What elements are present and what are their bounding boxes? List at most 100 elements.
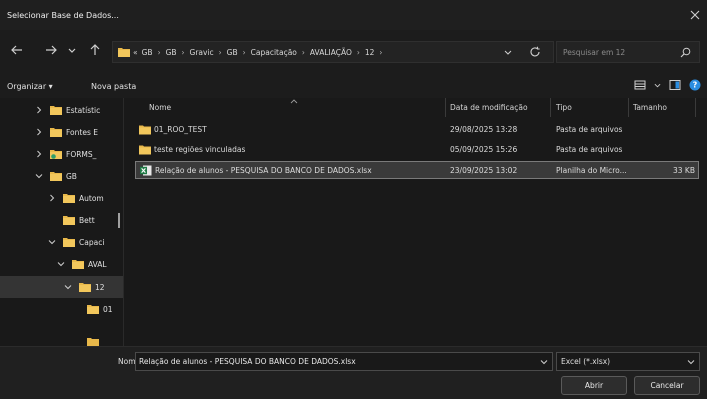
sidebar-item-label: Estatístic <box>66 105 101 115</box>
file-type-filter-value: Excel (*.xlsx) <box>561 357 611 366</box>
file-row[interactable]: Relação de alunos - PESQUISA DO BANCO DE… <box>135 161 699 179</box>
column-divider[interactable] <box>695 98 696 117</box>
breadcrumb: « GB › GB › Gravic › GB › Capacitação › … <box>133 48 387 57</box>
sidebar-item-label: AVAL <box>88 259 107 269</box>
view-options-icon[interactable] <box>634 79 646 91</box>
folder-icon <box>139 145 151 155</box>
chevron-right-icon[interactable] <box>34 105 44 115</box>
file-type: Pasta de arquivos <box>556 125 623 134</box>
file-size: 33 KB <box>673 166 695 175</box>
column-divider[interactable] <box>550 98 551 117</box>
folder-icon <box>118 48 130 57</box>
new-folder-button[interactable]: Nova pasta <box>91 82 136 91</box>
chevron-down-icon[interactable] <box>63 282 73 292</box>
view-options-chevron-icon[interactable] <box>654 82 661 89</box>
cancel-button[interactable]: Cancelar <box>634 376 700 395</box>
breadcrumb-item[interactable]: Gravic <box>190 48 214 57</box>
breadcrumb-item[interactable]: GB <box>166 48 177 57</box>
filename-value: Relação de alunos - PESQUISA DO BANCO DE… <box>139 357 356 366</box>
breadcrumb-separator[interactable]: › <box>357 48 360 57</box>
scrollbar-thumb[interactable] <box>118 213 120 228</box>
breadcrumb-overflow[interactable]: « <box>133 48 138 57</box>
column-divider[interactable] <box>445 98 446 117</box>
close-icon[interactable] <box>689 9 701 21</box>
file-type: Planilha do Micro... <box>556 166 627 175</box>
chevron-down-icon[interactable] <box>34 171 44 181</box>
file-type-filter-select[interactable]: Excel (*.xlsx) <box>556 352 700 371</box>
view-controls: ? <box>634 79 701 91</box>
sidebar-item-fontes[interactable]: Fontes E <box>34 121 123 143</box>
column-header-size[interactable]: Tamanho <box>633 98 693 117</box>
chevron-right-icon[interactable] <box>34 127 44 137</box>
recent-locations-chevron-icon[interactable] <box>64 42 80 58</box>
up-arrow-icon[interactable] <box>87 42 103 58</box>
forward-arrow-icon[interactable] <box>43 42 59 58</box>
sidebar-item-label: Capaci <box>79 237 105 247</box>
sidebar-item-forms[interactable]: FORMS_ <box>34 143 123 165</box>
address-history-chevron-icon[interactable] <box>503 47 513 57</box>
filename-input[interactable]: Relação de alunos - PESQUISA DO BANCO DE… <box>135 352 553 371</box>
folder-icon <box>50 106 62 115</box>
window-title: Selecionar Base de Dados... <box>7 10 119 20</box>
file-modified: 05/09/2025 15:26 <box>450 145 518 154</box>
column-header-type[interactable]: Tipo <box>556 98 628 117</box>
folder-icon <box>63 216 75 225</box>
file-modified: 29/08/2025 13:28 <box>450 125 518 134</box>
sidebar-item-label: 12 <box>95 282 105 292</box>
file-type: Pasta de arquivos <box>556 145 623 154</box>
sidebar-item-autom[interactable]: Autom <box>47 187 123 209</box>
sidebar-item-estatistic[interactable]: Estatístic <box>34 99 123 121</box>
folder-icon <box>72 260 84 269</box>
sidebar-item-label: FORMS_ <box>66 149 97 159</box>
file-name: 01_ROO_TEST <box>154 125 207 134</box>
sidebar-item-12[interactable]: 12 <box>0 276 123 298</box>
sidebar-item-label: Fontes E <box>66 127 98 137</box>
sidebar-item-gb[interactable]: GB <box>34 165 123 187</box>
organize-menu-button[interactable]: Organizar ▾ <box>7 82 53 91</box>
chevron-down-icon[interactable] <box>56 259 66 269</box>
breadcrumb-separator[interactable]: › <box>158 48 161 57</box>
preview-pane-icon[interactable] <box>669 79 681 91</box>
help-icon[interactable]: ? <box>689 79 701 91</box>
breadcrumb-separator[interactable]: › <box>302 48 305 57</box>
sidebar-item-label: GB <box>66 171 77 181</box>
navigation-bar: « GB › GB › Gravic › GB › Capacitação › … <box>0 30 707 74</box>
command-toolbar: Organizar ▾ Nova pasta ? <box>0 74 707 98</box>
chevron-down-icon[interactable] <box>47 237 57 247</box>
breadcrumb-separator[interactable]: › <box>182 48 185 57</box>
back-arrow-icon[interactable] <box>9 42 25 58</box>
address-bar[interactable]: « GB › GB › Gravic › GB › Capacitação › … <box>112 41 554 63</box>
sidebar-item-aval[interactable]: AVAL <box>56 253 123 275</box>
sidebar-item-01[interactable]: 01 <box>87 298 123 320</box>
breadcrumb-separator[interactable]: › <box>219 48 222 57</box>
column-header-label: Tamanho <box>633 103 667 112</box>
refresh-icon[interactable] <box>529 46 541 58</box>
chevron-down-icon[interactable] <box>687 358 695 366</box>
chevron-down-icon[interactable] <box>540 358 548 366</box>
breadcrumb-item[interactable]: GB <box>227 48 238 57</box>
sidebar-item-label: Autom <box>79 193 104 203</box>
chevron-right-icon[interactable] <box>47 193 57 203</box>
sidebar-item-bett[interactable]: Bett <box>63 209 123 231</box>
folder-icon <box>139 125 151 135</box>
folder-icon <box>50 172 62 181</box>
sidebar-item-label: 01 <box>103 304 113 314</box>
search-field[interactable]: Pesquisar em 12 <box>556 41 700 63</box>
file-row[interactable]: 01_ROO_TEST 29/08/2025 13:28 Pasta de ar… <box>135 121 699 139</box>
column-header-modified[interactable]: Data de modificação <box>450 98 550 117</box>
breadcrumb-item[interactable]: GB <box>142 48 153 57</box>
breadcrumb-item[interactable]: Capacitação <box>251 48 297 57</box>
column-divider[interactable] <box>628 98 629 117</box>
chevron-right-icon[interactable] <box>34 149 44 159</box>
breadcrumb-separator[interactable]: › <box>243 48 246 57</box>
column-header-label: Data de modificação <box>450 103 528 112</box>
breadcrumb-separator[interactable]: › <box>379 48 382 57</box>
breadcrumb-item[interactable]: AVALIAÇÃO <box>310 48 352 57</box>
search-icon[interactable] <box>680 47 691 58</box>
breadcrumb-item[interactable]: 12 <box>365 48 375 57</box>
open-button[interactable]: Abrir <box>561 376 627 395</box>
file-row[interactable]: teste regiões vinculadas 05/09/2025 15:2… <box>135 141 699 159</box>
file-list: Nome Data de modificação Tipo Tamanho 01… <box>125 98 707 346</box>
sidebar-item-capaci[interactable]: Capaci <box>47 231 123 253</box>
search-placeholder: Pesquisar em 12 <box>563 47 626 57</box>
